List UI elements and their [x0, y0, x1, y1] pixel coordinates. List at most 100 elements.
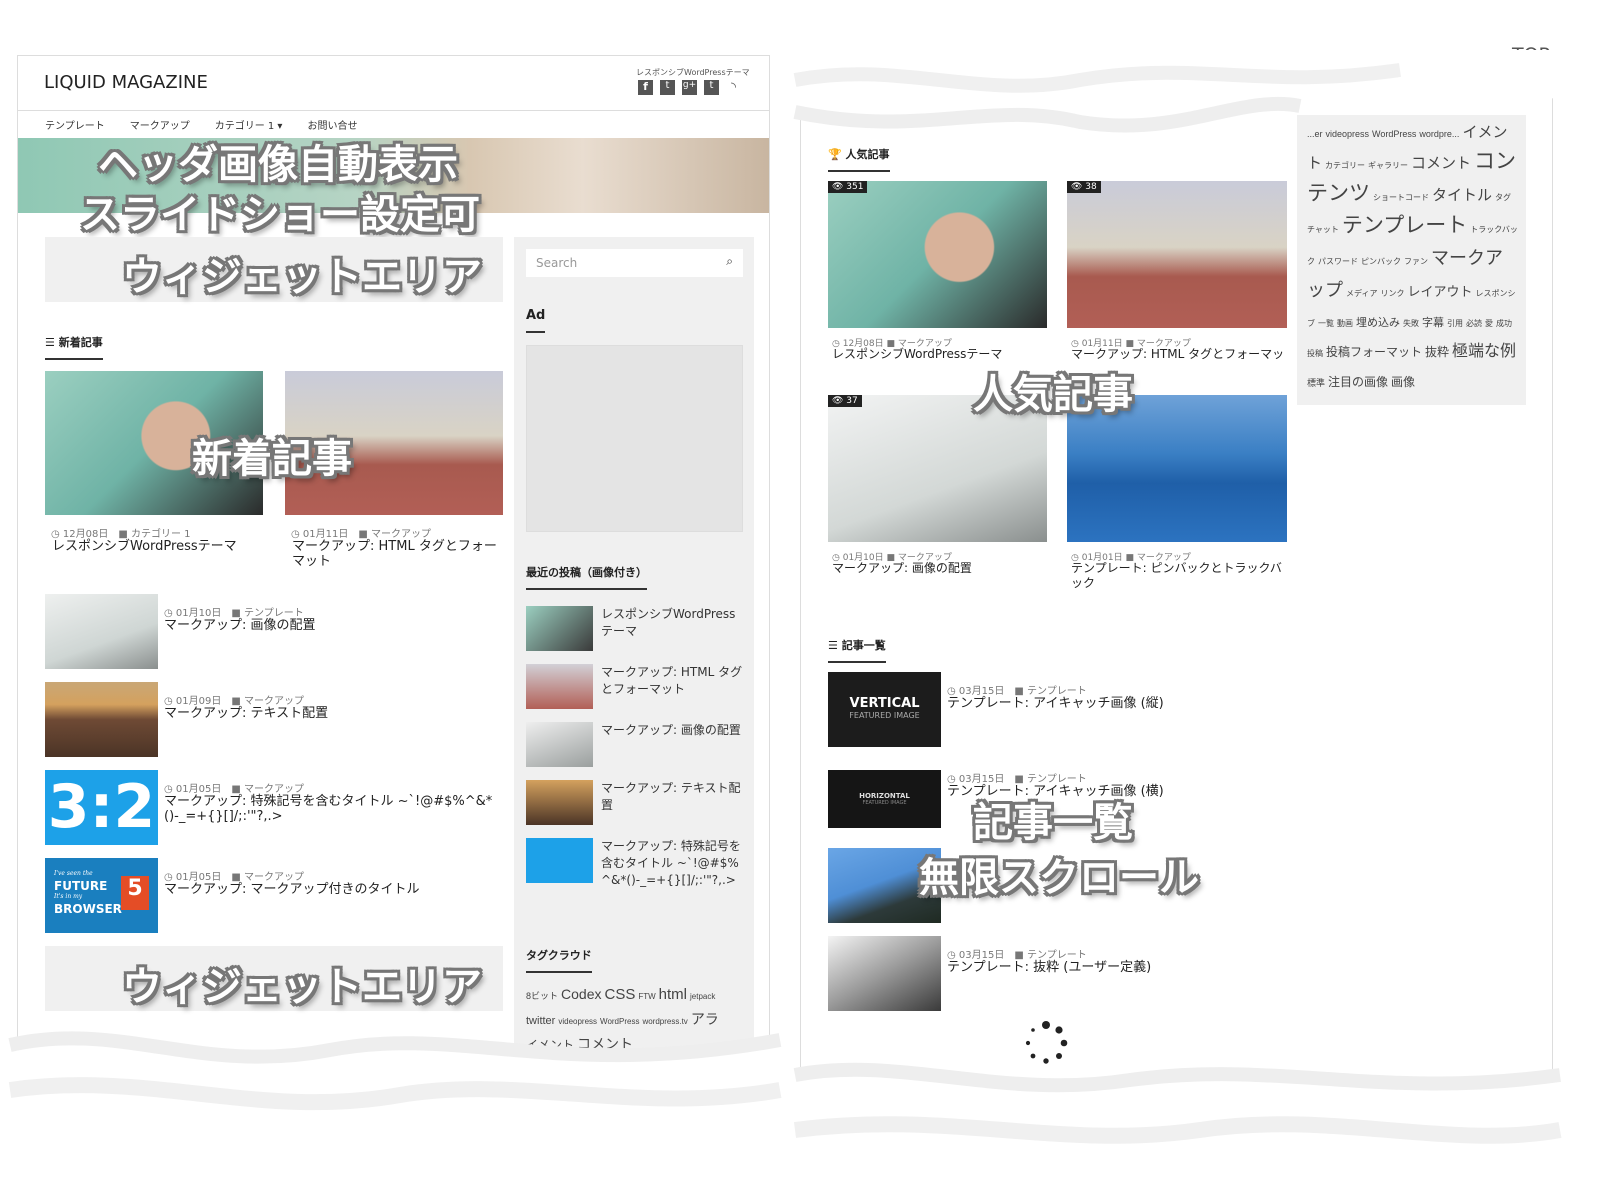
- sidebar: Search ⌕ Ad 最近の投稿（画像付き） レスポンシブWordPressテ…: [514, 237, 754, 1124]
- tag-link[interactable]: 画像: [1391, 375, 1415, 389]
- tag-link[interactable]: 字幕: [1422, 317, 1444, 329]
- recent-post-link[interactable]: レスポンシブWordPressテーマ: [601, 606, 746, 640]
- tag-link[interactable]: 愛: [1485, 319, 1493, 328]
- nav-item[interactable]: カテゴリー 1 ▾: [215, 117, 283, 132]
- post-title[interactable]: テンプレート: ピンバックとトラックバック: [1071, 561, 1283, 591]
- ad-slot[interactable]: [526, 345, 743, 532]
- recent-post-link[interactable]: マークアップ: HTML タグとフォーマット: [601, 664, 746, 698]
- tag-link[interactable]: 成功: [1496, 319, 1512, 328]
- tag-link[interactable]: 投稿: [1307, 349, 1323, 358]
- tag-link[interactable]: マークアップ: [1307, 248, 1503, 300]
- rss-icon[interactable]: ◝: [726, 80, 741, 95]
- twitter-icon[interactable]: t: [660, 80, 675, 95]
- recent-post-link[interactable]: マークアップ: テキスト配置: [601, 780, 746, 814]
- tag-link[interactable]: リンク: [1380, 289, 1404, 298]
- nav-item[interactable]: テンプレート: [45, 117, 105, 132]
- tag-link[interactable]: パスワード: [1318, 257, 1358, 266]
- tag-link[interactable]: twitter: [526, 1015, 555, 1027]
- bottom-heading: ☰ 記事: [45, 1044, 81, 1057]
- recent-thumb[interactable]: [526, 606, 593, 651]
- tag-link[interactable]: ...er: [1307, 129, 1323, 139]
- post-thumb[interactable]: [45, 594, 158, 669]
- post-list-heading: ☰ 記事一覧: [828, 637, 886, 663]
- tag-link[interactable]: コメント: [1411, 155, 1471, 172]
- post-title[interactable]: マークアップ: 特殊記号を含むタイトル ~`!@#$%^&*()-_=+{}[]…: [164, 794, 499, 824]
- recent-thumb[interactable]: [526, 780, 593, 825]
- tag-link[interactable]: レイアウト: [1407, 284, 1472, 299]
- top-link[interactable]: TOP: [1512, 44, 1550, 66]
- post-title[interactable]: マークアップ: テキスト配置: [164, 706, 494, 721]
- tag-link[interactable]: カテゴリー: [1325, 161, 1365, 170]
- tag-link[interactable]: ファン: [1404, 257, 1428, 266]
- tag-link[interactable]: 注目の画像: [1328, 375, 1388, 389]
- tag-link[interactable]: FTW: [638, 992, 655, 1001]
- facebook-icon[interactable]: f: [638, 80, 653, 95]
- tag-link[interactable]: videopress: [558, 1017, 597, 1026]
- post-title[interactable]: テンプレート: 抜粋 (ユーザー定義): [947, 960, 1277, 975]
- site-title[interactable]: LIQUID MAGAZINE: [44, 72, 208, 93]
- post-meta: ◷ 01月05日 ■ マークアップ: [164, 784, 304, 795]
- tag-link[interactable]: jetpack: [690, 992, 715, 1001]
- tag-link[interactable]: videopress: [1326, 129, 1370, 139]
- tag-link[interactable]: テンプレート: [1342, 214, 1467, 237]
- post-thumb[interactable]: I've seen the FUTURE It's in my BROWSER …: [45, 858, 158, 933]
- post-title[interactable]: マークアップ: 画像の配置: [832, 561, 1042, 576]
- tag-link[interactable]: WordPress: [1372, 129, 1416, 139]
- tag-link[interactable]: 標準: [1307, 378, 1325, 388]
- post-title[interactable]: テンプレート: アイキャッチ画像 (縦): [947, 696, 1277, 711]
- tag-link[interactable]: 失敗: [1403, 319, 1419, 328]
- tag-link[interactable]: 引用: [1447, 319, 1463, 328]
- overlay-popular: 人気記事: [973, 372, 1133, 418]
- nav-item[interactable]: マークアップ: [130, 117, 190, 132]
- tag-link[interactable]: wordpress.tv: [642, 1017, 687, 1026]
- post-thumb[interactable]: [45, 682, 158, 757]
- recent-thumb[interactable]: [526, 722, 593, 767]
- tag-link[interactable]: html: [659, 986, 687, 1003]
- popular-thumb[interactable]: [1067, 181, 1287, 328]
- search-input[interactable]: Search ⌕: [526, 249, 743, 277]
- post-thumb[interactable]: 3:2: [45, 770, 158, 845]
- popular-thumb[interactable]: [828, 181, 1047, 328]
- tag-link[interactable]: タイトル: [1432, 187, 1492, 204]
- post-title[interactable]: マークアップ: マークアップ付きのタイトル: [164, 882, 494, 897]
- post-title[interactable]: マークアップ: HTML タグとフォーマット: [1071, 347, 1283, 362]
- view-count-badge: 👁 38: [1067, 181, 1101, 193]
- tag-link[interactable]: チャット: [1307, 225, 1339, 234]
- tag-link[interactable]: 動画: [1337, 319, 1353, 328]
- tag-link[interactable]: コメント: [577, 1036, 633, 1052]
- post-title[interactable]: マークアップ: 画像の配置: [164, 618, 494, 633]
- post-title[interactable]: マークアップ: HTML タグとフォーマット: [292, 539, 502, 569]
- tag-link[interactable]: タグ: [1495, 193, 1511, 202]
- tag-link[interactable]: ショートコード: [1373, 193, 1429, 202]
- post-title[interactable]: レスポンシブWordPressテーマ: [52, 539, 252, 554]
- recent-post-link[interactable]: マークアップ: 画像の配置: [601, 722, 746, 739]
- tag-link[interactable]: wordpre...: [1419, 129, 1459, 139]
- tag-link[interactable]: 必読: [1466, 319, 1482, 328]
- post-title[interactable]: レスポンシブWordPressテーマ: [832, 347, 1042, 362]
- tag-link[interactable]: 極端な例: [1452, 343, 1516, 360]
- post-thumb[interactable]: [828, 936, 941, 1011]
- tag-link[interactable]: 投稿フォーマット: [1326, 345, 1422, 359]
- tag-link[interactable]: メディア: [1346, 289, 1377, 298]
- tag-link[interactable]: 埋め込み: [1356, 317, 1400, 329]
- post-meta: ◷ 01月10日 ■ テンプレート: [164, 608, 304, 619]
- search-icon[interactable]: ⌕: [726, 254, 733, 269]
- tag-link[interactable]: ギャラリー: [1368, 161, 1408, 170]
- tag-link[interactable]: アラ: [691, 1011, 719, 1027]
- tag-link[interactable]: Codex: [561, 986, 601, 1002]
- recent-thumb[interactable]: [526, 838, 593, 883]
- tag-link[interactable]: CSS: [604, 986, 635, 1003]
- nav-item[interactable]: お問い合せ: [307, 117, 357, 132]
- tag-link[interactable]: 一覧: [1318, 319, 1334, 328]
- tag-link[interactable]: 8ビット: [526, 991, 558, 1001]
- recent-thumb[interactable]: [526, 664, 593, 709]
- post-thumb[interactable]: HORIZONTAL FEATURED IMAGE: [828, 770, 941, 828]
- post-thumb[interactable]: VERTICAL FEATURED IMAGE: [828, 672, 941, 747]
- google-plus-icon[interactable]: g+: [682, 80, 697, 95]
- tag-link[interactable]: 抜粋: [1425, 345, 1449, 359]
- recent-post-link[interactable]: マークアップ: 特殊記号を含むタイトル ~`!@#$%^&*()-_=+{}[]…: [601, 838, 746, 889]
- tag-link[interactable]: WordPress: [600, 1017, 639, 1026]
- tumblr-icon[interactable]: t: [704, 80, 719, 95]
- tag-link[interactable]: ピンバック: [1361, 257, 1401, 266]
- tag-link[interactable]: イメント: [526, 1038, 574, 1052]
